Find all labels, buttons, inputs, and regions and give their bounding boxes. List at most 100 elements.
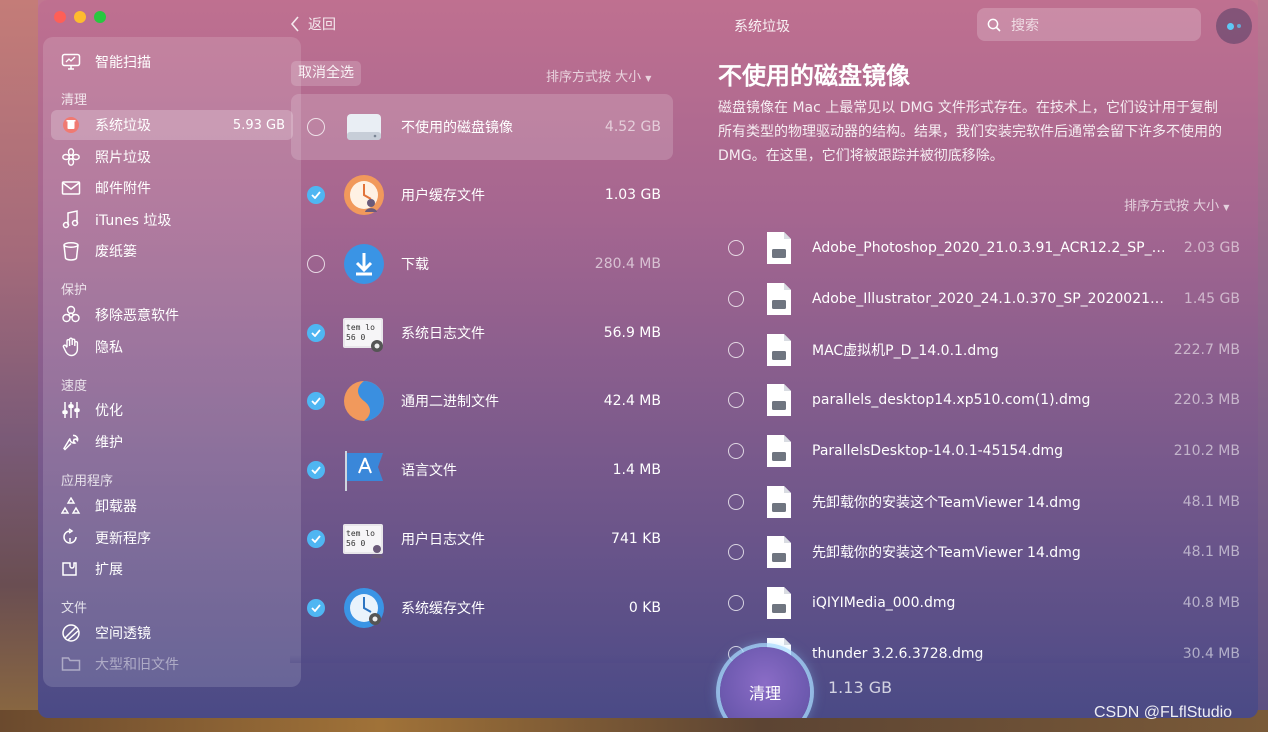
sidebar-item-trash[interactable]: 废纸篓	[51, 236, 293, 266]
watermark: CSDN @FLflStudio	[1094, 704, 1233, 721]
list-item[interactable]: 不使用的磁盘镜像 4.52 GB	[291, 94, 673, 160]
file-row[interactable]: Adobe_Photoshop_2020_21.0.3.91_ACR12.2_S…	[728, 223, 1240, 273]
item-size: 280.4 MB	[594, 256, 661, 272]
sidebar-item-optimization[interactable]: 优化	[51, 395, 293, 425]
mail-icon	[61, 178, 81, 198]
file-checkbox[interactable]	[728, 494, 744, 510]
item-checkbox[interactable]	[307, 530, 325, 548]
sidebar-item-label: iTunes 垃圾	[95, 213, 172, 229]
deselect-all-button[interactable]: 取消全选	[291, 61, 361, 86]
zoom-window-button[interactable]	[94, 11, 106, 23]
dmg-file-icon	[767, 486, 791, 518]
sidebar-item-space-lens[interactable]: 空间透镜	[51, 618, 293, 648]
item-checkbox[interactable]	[307, 324, 325, 342]
list-item[interactable]: tem lo 56 0 系统日志文件 56.9 MB	[291, 300, 673, 366]
file-name: parallels_desktop14.xp510.com(1).dmg	[812, 392, 1091, 408]
sidebar-item-extensions[interactable]: 扩展	[51, 554, 293, 584]
sidebar-item-uninstaller[interactable]: 卸载器	[51, 491, 293, 521]
svg-text:56 0: 56 0	[346, 539, 365, 548]
sidebar-item-photo-junk[interactable]: 照片垃圾	[51, 142, 293, 172]
sidebar-item-label: 废纸篓	[95, 244, 137, 260]
assistant-button[interactable]	[1216, 8, 1252, 44]
sidebar-item-maintenance[interactable]: 维护	[51, 427, 293, 457]
file-name: ParallelsDesktop-14.0.1-45154.dmg	[812, 443, 1064, 459]
item-size: 1.4 MB	[612, 462, 661, 478]
system-log-icon: tem lo56 0	[343, 318, 383, 352]
search-icon	[987, 18, 1001, 32]
search-input[interactable]: 搜索	[977, 8, 1201, 41]
disk-image-icon	[347, 114, 381, 140]
file-size: 48.1 MB	[1182, 494, 1240, 510]
item-size: 1.03 GB	[604, 187, 661, 203]
file-row[interactable]: 先卸载你的安装这个TeamViewer 14.dmg 48.1 MB	[728, 527, 1240, 577]
dmg-file-icon	[767, 283, 791, 315]
list-item[interactable]: 下载 280.4 MB	[291, 231, 673, 297]
sidebar-section-title: 文件	[61, 601, 88, 616]
file-size: 2.03 GB	[1183, 240, 1240, 256]
file-checkbox[interactable]	[728, 240, 744, 256]
back-button[interactable]: 返回	[290, 14, 336, 34]
list-item[interactable]: 通用二进制文件 42.4 MB	[291, 368, 673, 434]
sidebar: 智能扫描 清理 系统垃圾 5.93 GB 照片垃圾 邮件附件 iTunes 垃圾…	[43, 37, 301, 687]
sort-dropdown[interactable]: 排序方式按 大小 ▼	[1124, 195, 1229, 214]
file-checkbox[interactable]	[728, 342, 744, 358]
sidebar-item-value: 5.93 GB	[232, 117, 285, 133]
file-checkbox[interactable]	[728, 392, 744, 408]
file-checkbox[interactable]	[728, 443, 744, 459]
file-row[interactable]: Adobe_Illustrator_2020_24.1.0.370_SP_202…	[728, 274, 1240, 324]
sidebar-item-label: 空间透镜	[95, 626, 151, 642]
item-checkbox[interactable]	[307, 186, 325, 204]
item-checkbox[interactable]	[307, 255, 325, 273]
close-window-button[interactable]	[54, 11, 66, 23]
item-checkbox[interactable]	[307, 461, 325, 479]
sidebar-item-remove-malware[interactable]: 移除恶意软件	[51, 300, 293, 330]
chevron-left-icon	[290, 16, 299, 32]
item-checkbox[interactable]	[307, 392, 325, 410]
item-checkbox[interactable]	[307, 599, 325, 617]
hand-icon	[61, 337, 81, 357]
user-log-icon: tem lo56 0	[343, 524, 383, 558]
item-name: 语言文件	[401, 463, 457, 479]
music-note-icon	[61, 210, 81, 230]
file-row[interactable]: parallels_desktop14.xp510.com(1).dmg 220…	[728, 375, 1240, 425]
list-item[interactable]: 语言文件 1.4 MB	[291, 437, 673, 503]
list-item[interactable]: 用户缓存文件 1.03 GB	[291, 162, 673, 228]
list-item[interactable]: tem lo 56 0 用户日志文件 741 KB	[291, 506, 673, 572]
app-window: 智能扫描 清理 系统垃圾 5.93 GB 照片垃圾 邮件附件 iTunes 垃圾…	[38, 0, 1258, 718]
file-row[interactable]: MAC虚拟机P_D_14.0.1.dmg 222.7 MB	[728, 325, 1240, 375]
item-name: 系统缓存文件	[401, 601, 485, 617]
sidebar-item-smart-scan[interactable]: 智能扫描	[51, 47, 293, 77]
sidebar-item-label: 扩展	[95, 562, 123, 578]
file-row[interactable]: 先卸载你的安装这个TeamViewer 14.dmg 48.1 MB	[728, 477, 1240, 527]
item-size: 4.52 GB	[604, 119, 661, 135]
sidebar-item-itunes-junk[interactable]: iTunes 垃圾	[51, 205, 293, 235]
extension-icon	[61, 559, 81, 579]
sidebar-item-label: 优化	[95, 403, 123, 419]
sidebar-item-mail-attachments[interactable]: 邮件附件	[51, 173, 293, 203]
wrench-icon	[61, 432, 81, 452]
sidebar-item-large-old-files[interactable]: 大型和旧文件	[51, 649, 293, 679]
file-checkbox[interactable]	[728, 595, 744, 611]
back-label: 返回	[308, 17, 336, 33]
item-checkbox[interactable]	[307, 118, 325, 136]
sidebar-item-label: 维护	[95, 435, 123, 451]
sort-label: 排序方式按 大小	[546, 70, 642, 85]
list-item[interactable]: 系统缓存文件 0 KB	[291, 575, 673, 641]
file-name: 先卸载你的安装这个TeamViewer 14.dmg	[812, 545, 1081, 561]
file-row[interactable]: iQIYIMedia_000.dmg 40.8 MB	[728, 578, 1240, 628]
flower-icon	[61, 147, 81, 167]
sidebar-item-privacy[interactable]: 隐私	[51, 332, 293, 362]
file-size: 40.8 MB	[1182, 595, 1240, 611]
sidebar-item-system-junk[interactable]: 系统垃圾 5.93 GB	[51, 110, 293, 140]
file-name: 先卸载你的安装这个TeamViewer 14.dmg	[812, 495, 1081, 511]
file-row[interactable]: ParallelsDesktop-14.0.1-45154.dmg 210.2 …	[728, 426, 1240, 476]
monitor-icon	[61, 52, 81, 72]
minimize-window-button[interactable]	[74, 11, 86, 23]
caret-down-icon: ▼	[645, 74, 652, 83]
file-checkbox[interactable]	[728, 291, 744, 307]
sidebar-item-updater[interactable]: 更新程序	[51, 523, 293, 553]
universal-binary-icon	[344, 381, 384, 421]
file-checkbox[interactable]	[728, 544, 744, 560]
sort-dropdown[interactable]: 排序方式按 大小 ▼	[546, 66, 651, 85]
sidebar-item-label: 卸载器	[95, 499, 137, 515]
